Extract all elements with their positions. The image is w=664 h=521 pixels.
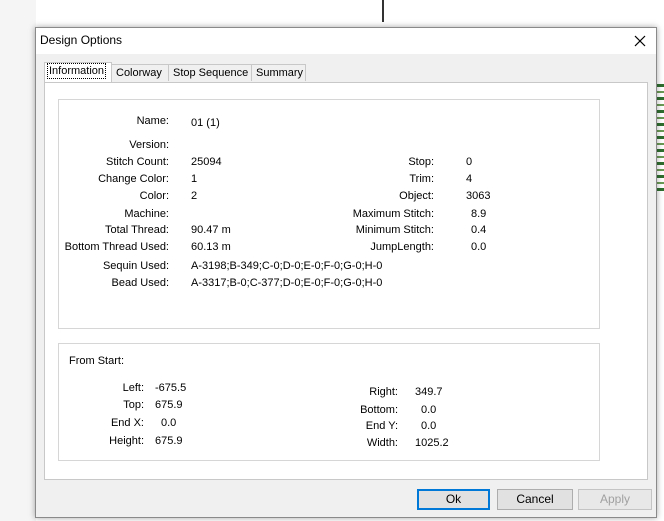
max-stitch-value: 8.9 bbox=[471, 208, 487, 220]
left-value: -675.5 bbox=[155, 382, 187, 394]
information-tab-page: Name: 01 (1) Version: Stitch Count: 2509… bbox=[44, 82, 648, 480]
end-x-value: 0.0 bbox=[161, 417, 177, 429]
right-value: 349.7 bbox=[415, 386, 443, 398]
end-x-label: End X: bbox=[110, 417, 144, 429]
end-y-value: 0.0 bbox=[421, 420, 437, 432]
stop-value: 0 bbox=[466, 156, 473, 168]
top-value: 675.9 bbox=[155, 399, 183, 411]
tab-summary[interactable]: Summary bbox=[251, 64, 306, 81]
sequin-used-value: A-3198;B-349;C-0;D-0;E-0;F-0;G-0;H-0 bbox=[191, 260, 383, 272]
ok-button[interactable]: Ok bbox=[417, 489, 490, 510]
jump-length-value: 0.0 bbox=[471, 241, 487, 253]
total-thread-label: Total Thread: bbox=[104, 224, 169, 236]
machine-label: Machine: bbox=[124, 208, 169, 220]
background-divider bbox=[382, 0, 384, 22]
name-label: Name: bbox=[136, 115, 169, 127]
background-area bbox=[0, 0, 36, 521]
object-label: Object: bbox=[399, 190, 434, 202]
sequin-used-label: Sequin Used: bbox=[102, 260, 169, 272]
cancel-button[interactable]: Cancel bbox=[497, 489, 573, 510]
version-label: Version: bbox=[129, 139, 169, 151]
left-label: Left: bbox=[122, 382, 144, 394]
width-label: Width: bbox=[366, 437, 398, 449]
tab-stop-sequence[interactable]: Stop Sequence bbox=[168, 64, 252, 81]
change-color-value: 1 bbox=[191, 173, 198, 185]
tab-label: Stop Sequence bbox=[173, 67, 249, 79]
color-label: Color: bbox=[139, 190, 169, 202]
from-start-heading: From Start: bbox=[69, 355, 125, 367]
stitch-count-label: Stitch Count: bbox=[106, 156, 169, 168]
bottom-thread-value: 60.13 m bbox=[191, 241, 231, 253]
design-options-dialog: Design Options Information Colorway Stop… bbox=[35, 27, 657, 518]
width-value: 1025.2 bbox=[415, 437, 449, 449]
title-bar[interactable]: Design Options bbox=[36, 28, 656, 54]
tab-colorway[interactable]: Colorway bbox=[111, 64, 169, 81]
apply-button[interactable]: Apply bbox=[578, 489, 652, 510]
bead-used-value: A-3317;B-0;C-377;D-0;E-0;F-0;G-0;H-0 bbox=[191, 277, 383, 289]
dialog-title: Design Options bbox=[40, 33, 123, 47]
stop-label: Stop: bbox=[408, 156, 434, 168]
right-label: Right: bbox=[369, 386, 398, 398]
background-design-preview bbox=[656, 84, 664, 194]
total-thread-value: 90.47 m bbox=[191, 224, 231, 236]
close-icon bbox=[634, 35, 646, 47]
end-y-label: End Y: bbox=[365, 420, 398, 432]
trim-value: 4 bbox=[466, 173, 473, 185]
height-value: 675.9 bbox=[155, 435, 183, 447]
bead-used-label: Bead Used: bbox=[111, 277, 169, 289]
height-label: Height: bbox=[109, 435, 144, 447]
min-stitch-label: Minimum Stitch: bbox=[355, 224, 434, 236]
change-color-label: Change Color: bbox=[98, 173, 169, 185]
tab-label: Information bbox=[46, 63, 107, 79]
trim-label: Trim: bbox=[409, 173, 434, 185]
jump-length-label: JumpLength: bbox=[370, 241, 434, 253]
close-button[interactable] bbox=[624, 28, 656, 54]
bottom-label: Bottom: bbox=[360, 404, 398, 416]
max-stitch-label: Maximum Stitch: bbox=[352, 208, 434, 220]
from-start-group: From Start: Left: -675.5 Top: 675.9 End … bbox=[58, 343, 600, 461]
name-value: 01 (1) bbox=[191, 117, 220, 129]
min-stitch-value: 0.4 bbox=[471, 224, 487, 236]
bottom-thread-label: Bottom Thread Used: bbox=[64, 241, 169, 253]
top-label: Top: bbox=[123, 399, 144, 411]
tab-information[interactable]: Information bbox=[44, 62, 112, 83]
stitch-count-value: 25094 bbox=[191, 156, 222, 168]
design-info-group: Name: 01 (1) Version: Stitch Count: 2509… bbox=[58, 99, 600, 329]
object-value: 3063 bbox=[466, 190, 491, 202]
tab-label: Colorway bbox=[116, 67, 162, 79]
color-value: 2 bbox=[191, 190, 198, 202]
bottom-value: 0.0 bbox=[421, 404, 437, 416]
tab-label: Summary bbox=[256, 67, 304, 79]
